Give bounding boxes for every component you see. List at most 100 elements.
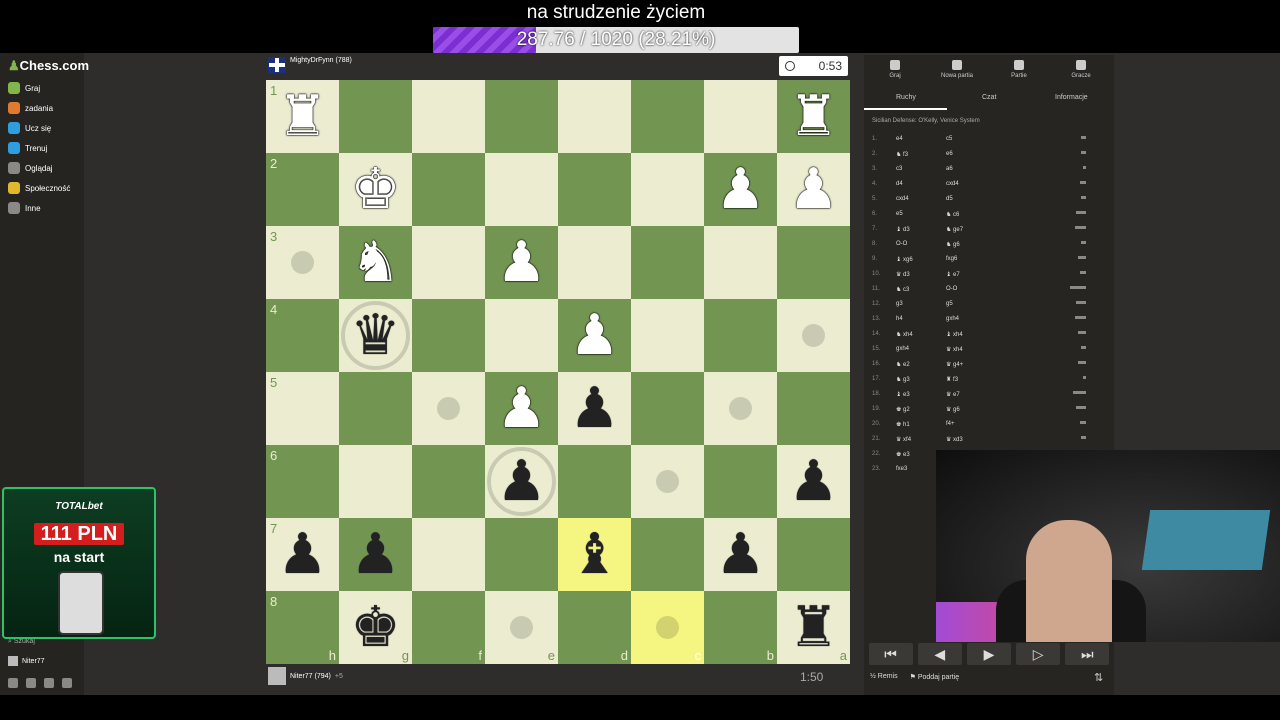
board-square[interactable] [485,299,558,372]
board-square[interactable] [558,226,631,299]
white-pawn-icon[interactable]: ♟ [485,372,558,445]
board-square[interactable]: 7 ♟ [266,518,339,591]
board-square[interactable] [631,518,704,591]
board-square[interactable]: e [485,591,558,664]
black-move[interactable]: ♛ g6 [946,406,960,413]
white-move[interactable]: g3 [896,301,903,307]
board-square[interactable] [485,518,558,591]
black-pawn-icon[interactable]: ♟ [777,445,850,518]
white-move[interactable]: ♞ g3 [896,376,910,383]
sidebar-item-trenuj[interactable]: Trenuj [8,138,47,158]
board-square[interactable]: d [558,591,631,664]
black-rook-icon[interactable]: ♜ [777,591,850,664]
board-square[interactable]: f [412,591,485,664]
board-square[interactable] [412,153,485,226]
board-square[interactable] [631,445,704,518]
board-square[interactable] [631,226,704,299]
sidebar-item-zadania[interactable]: zadania [8,98,53,118]
board-square[interactable]: ♟ [558,299,631,372]
white-move[interactable]: e5 [896,211,903,217]
top-tab-0[interactable]: Graj [870,60,920,79]
white-move[interactable]: ♝ xg6 [896,256,913,263]
white-move[interactable]: e4 [896,136,903,142]
board-square[interactable]: ♟ [485,226,558,299]
white-move[interactable]: ♛ d3 [896,271,910,278]
board-square[interactable]: ♟ [485,372,558,445]
notifications-icon[interactable] [44,678,54,688]
black-bishop-icon[interactable]: ♝ [558,518,631,591]
board-square[interactable]: ♟ [704,518,777,591]
board-square[interactable] [631,153,704,226]
black-move[interactable]: ♛ xh4 [946,346,963,353]
board-square[interactable]: ♟ [777,445,850,518]
board-square[interactable] [339,80,412,153]
white-move[interactable]: cxd4 [896,196,909,202]
board-square[interactable] [339,445,412,518]
board-square[interactable] [485,80,558,153]
board-square[interactable] [412,518,485,591]
friends-icon[interactable] [8,678,18,688]
white-pawn-icon[interactable]: ♟ [485,226,558,299]
chess-board[interactable]: 1 ♜ ♜ 2 ♚ ♟ ♟ 3 ♞ ♟ 4 ♛ ♟ 5 ♟ ♟ 6 ♟ ♟ 7 ♟ ♟ ♝ ♟ 8 h g ♚ f e d c b a ♜ [266,80,850,664]
board-square[interactable]: ♟ [704,153,777,226]
board-square[interactable] [412,299,485,372]
white-move[interactable]: ♞ c3 [896,286,909,293]
black-pawn-icon[interactable]: ♟ [339,518,412,591]
board-square[interactable] [704,226,777,299]
board-square[interactable]: g ♚ [339,591,412,664]
board-square[interactable] [704,372,777,445]
board-square[interactable]: 2 [266,153,339,226]
board-square[interactable] [412,226,485,299]
sidebar-item-inne[interactable]: Inne [8,198,41,218]
white-move[interactable]: d4 [896,181,903,187]
move-hint-dot[interactable] [291,251,314,274]
board-square[interactable] [631,372,704,445]
board-square[interactable]: ♝ [558,518,631,591]
board-square[interactable] [412,445,485,518]
white-knight-icon[interactable]: ♞ [339,226,412,299]
sidebar-item-społeczność[interactable]: Społeczność [8,178,70,198]
tab-chat[interactable]: Czat [982,94,996,101]
first-move-button[interactable]: ⏮ [868,643,913,665]
board-square[interactable]: ♞ [339,226,412,299]
board-square[interactable] [777,518,850,591]
board-square[interactable]: ♛ [339,299,412,372]
board-square[interactable] [412,372,485,445]
board-square[interactable] [704,445,777,518]
white-move[interactable]: ♝ e3 [896,391,910,398]
draw-button[interactable]: ½ Remis [870,673,898,681]
next-move-button[interactable]: ▷ [1016,643,1061,665]
white-king-icon[interactable]: ♚ [339,153,412,226]
black-move[interactable]: a6 [946,166,953,172]
black-move[interactable]: ♜ f3 [946,376,958,383]
move-hint-dot[interactable] [656,470,679,493]
move-hint-dot[interactable] [729,397,752,420]
board-square[interactable] [558,153,631,226]
board-square[interactable]: b [704,591,777,664]
search-input[interactable]: ⌕ Szukaj [8,638,35,646]
chess-logo[interactable]: ♟Chess.com [8,58,89,74]
white-pawn-icon[interactable]: ♟ [704,153,777,226]
board-square[interactable]: 4 [266,299,339,372]
resign-button[interactable]: ⚑ Poddaj partię [910,673,959,681]
white-rook-icon[interactable]: ♜ [777,80,850,153]
white-move[interactable]: c3 [896,166,902,172]
board-square[interactable] [777,372,850,445]
board-square[interactable] [412,80,485,153]
settings-icon[interactable] [62,678,72,688]
board-square[interactable]: ♟ [485,445,558,518]
white-move[interactable]: ♞ e2 [896,361,910,368]
white-move[interactable]: ♞ f3 [896,151,908,158]
black-move[interactable]: ♝ e7 [946,271,960,278]
white-move[interactable]: fxe3 [896,466,907,472]
white-move[interactable]: h4 [896,316,903,322]
black-pawn-icon[interactable]: ♟ [266,518,339,591]
white-rook-icon[interactable]: ♜ [266,80,339,153]
sidebar-item-graj[interactable]: Graj [8,78,40,98]
white-move[interactable]: gxh4 [896,346,909,352]
board-square[interactable]: ♚ [339,153,412,226]
black-move[interactable]: fxg6 [946,256,957,262]
board-square[interactable]: ♟ [339,518,412,591]
last-move-button[interactable]: ⏭ [1065,643,1110,665]
black-move[interactable]: g5 [946,301,953,307]
